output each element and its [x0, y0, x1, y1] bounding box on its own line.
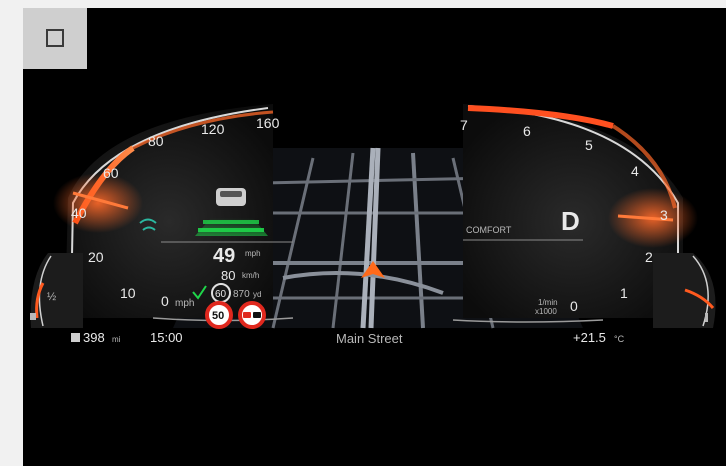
speed-tick-40: 40 [71, 205, 87, 221]
speed-unit: mph [175, 298, 194, 309]
speed-tick-60: 60 [103, 165, 119, 181]
speed-tick-80: 80 [148, 133, 164, 149]
rpm-tick-6: 6 [523, 123, 531, 139]
speedometer: 0 mph 10 20 40 60 80 120 160 [53, 104, 280, 318]
limit-secondary-value: 870 [233, 289, 250, 300]
car-icon [216, 188, 246, 206]
speed-limit-sign-value: 50 [212, 310, 224, 322]
rpm-unit-top: 1/min [538, 298, 558, 307]
temperature-unit: °C [614, 334, 625, 344]
gear-indicator: D [561, 206, 580, 236]
clock: 15:00 [150, 330, 183, 345]
temperature-value: +21.5 [573, 330, 606, 345]
speed-kmh-unit: km/h [242, 271, 259, 280]
speed-mph-value: 49 [213, 245, 235, 267]
rpm-unit-bottom: x1000 [535, 307, 557, 316]
fuel-icon [30, 313, 36, 320]
speed-mph-unit: mph [245, 249, 261, 258]
drive-mode: COMFORT [466, 225, 512, 235]
rpm-tick-3: 3 [660, 207, 668, 223]
limit-secondary-unit: yd [253, 290, 261, 299]
rpm-tick-4: 4 [631, 163, 639, 179]
speed-tick-0: 0 [161, 293, 169, 309]
speed-kmh-value: 80 [221, 268, 235, 283]
limit-set-value: 60 [215, 289, 227, 300]
temperature-icon [705, 313, 708, 322]
checkbox-tile[interactable] [23, 8, 87, 69]
status-bar: 398 mi 15:00 Main Street +21.5 °C [71, 330, 625, 346]
rpm-tick-7: 7 [460, 117, 468, 133]
temperature-gauge [653, 253, 716, 328]
range-unit: mi [112, 335, 121, 344]
fuel-gauge: ½ [30, 253, 83, 328]
range-value: 398 [83, 330, 105, 345]
cluster-svg: 0 mph 10 20 40 60 80 120 160 ½ 49 mph 80 [30, 104, 716, 346]
rpm-tick-0: 0 [570, 298, 578, 314]
speed-tick-160: 160 [256, 115, 280, 131]
no-overtaking-sign-icon [238, 301, 266, 329]
speed-tick-120: 120 [201, 121, 225, 137]
fuel-half-label: ½ [47, 291, 56, 303]
street-name: Main Street [336, 331, 403, 346]
rpm-tick-2: 2 [645, 249, 653, 265]
range-fuel-icon [71, 333, 80, 342]
speed-tick-10: 10 [120, 285, 136, 301]
rpm-tick-5: 5 [585, 137, 593, 153]
rpm-tick-1: 1 [620, 285, 628, 301]
speed-tick-20: 20 [88, 249, 104, 265]
instrument-cluster: 0 mph 10 20 40 60 80 120 160 ½ 49 mph 80 [23, 8, 726, 466]
checkbox[interactable] [46, 29, 64, 47]
